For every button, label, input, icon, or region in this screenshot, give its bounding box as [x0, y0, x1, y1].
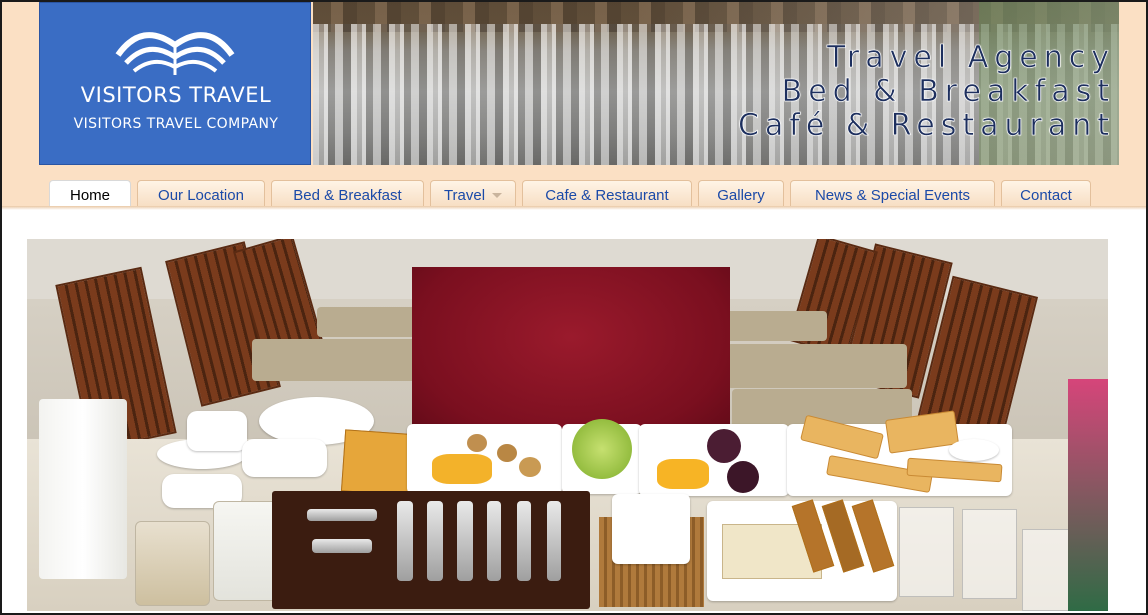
longan [467, 434, 487, 452]
floral-cloth [1068, 379, 1108, 611]
header-divider [2, 206, 1146, 210]
open-book-icon [115, 32, 235, 75]
milk-jug [39, 399, 127, 579]
red-tablecloth [412, 267, 730, 442]
nav-tab-contact[interactable]: Contact [1001, 180, 1091, 209]
longan [497, 444, 517, 462]
mango-cubes [657, 459, 709, 489]
nav-tab-label: Contact [1020, 186, 1072, 204]
nav-tab-label: Travel [443, 186, 486, 204]
jam-dish [949, 439, 999, 461]
nav-tab-cafe-restaurant[interactable]: Cafe & Restaurant [522, 180, 692, 209]
breakfast-photo [27, 239, 1108, 611]
knife [307, 509, 377, 521]
spoon [312, 539, 372, 553]
nav-tab-bed-breakfast[interactable]: Bed & Breakfast [271, 180, 424, 209]
chevron-down-icon [492, 192, 503, 198]
nav-tab-label: Our Location [158, 186, 244, 204]
nav-tab-news-events[interactable]: News & Special Events [790, 180, 995, 209]
seat-cushion [252, 339, 427, 381]
oats-jar [135, 521, 210, 606]
site-logo[interactable]: VISITORS TRAVEL VISITORS TRAVEL COMPANY [39, 2, 311, 165]
fork [547, 501, 561, 581]
site-header: VISITORS TRAVEL VISITORS TRAVEL COMPANY … [2, 2, 1146, 210]
banner-title-bed-breakfast: Bed & Breakfast [781, 74, 1115, 110]
nav-tab-label: Bed & Breakfast [293, 186, 402, 204]
logo-name: VISITORS TRAVEL [80, 83, 272, 107]
nav-tab-label: Cafe & Restaurant [545, 186, 669, 204]
small-dishes [612, 494, 690, 564]
nav-tab-our-location[interactable]: Our Location [137, 180, 265, 209]
spoon [397, 501, 413, 581]
nav-tab-label: Home [69, 187, 110, 204]
nav-tab-label: Gallery [717, 186, 765, 204]
seat-cushion [727, 344, 907, 388]
glass [962, 509, 1017, 599]
mangosteen [707, 429, 741, 463]
fork [517, 501, 531, 581]
longan [519, 457, 541, 477]
banner-title-cafe-restaurant: Café & Restaurant [737, 108, 1115, 144]
page-frame: VISITORS TRAVEL VISITORS TRAVEL COMPANY … [2, 2, 1146, 613]
teacup [242, 439, 327, 477]
teacup [187, 411, 247, 451]
header-banner: Travel Agency Bed & Breakfast Café & Res… [313, 2, 1119, 165]
green-fruit [572, 419, 632, 479]
mango-slices [432, 454, 492, 484]
nav-tab-gallery[interactable]: Gallery [698, 180, 784, 209]
glass [899, 507, 954, 597]
nav-tab-label: News & Special Events [814, 186, 971, 204]
fork [487, 501, 501, 581]
logo-tagline: VISITORS TRAVEL COMPANY [73, 116, 279, 132]
spoon [457, 501, 473, 581]
mangosteen [727, 461, 759, 493]
spoon [427, 501, 443, 581]
nav-tab-travel[interactable]: Travel [430, 180, 516, 209]
banner-title-travel-agency: Travel Agency [827, 40, 1115, 76]
